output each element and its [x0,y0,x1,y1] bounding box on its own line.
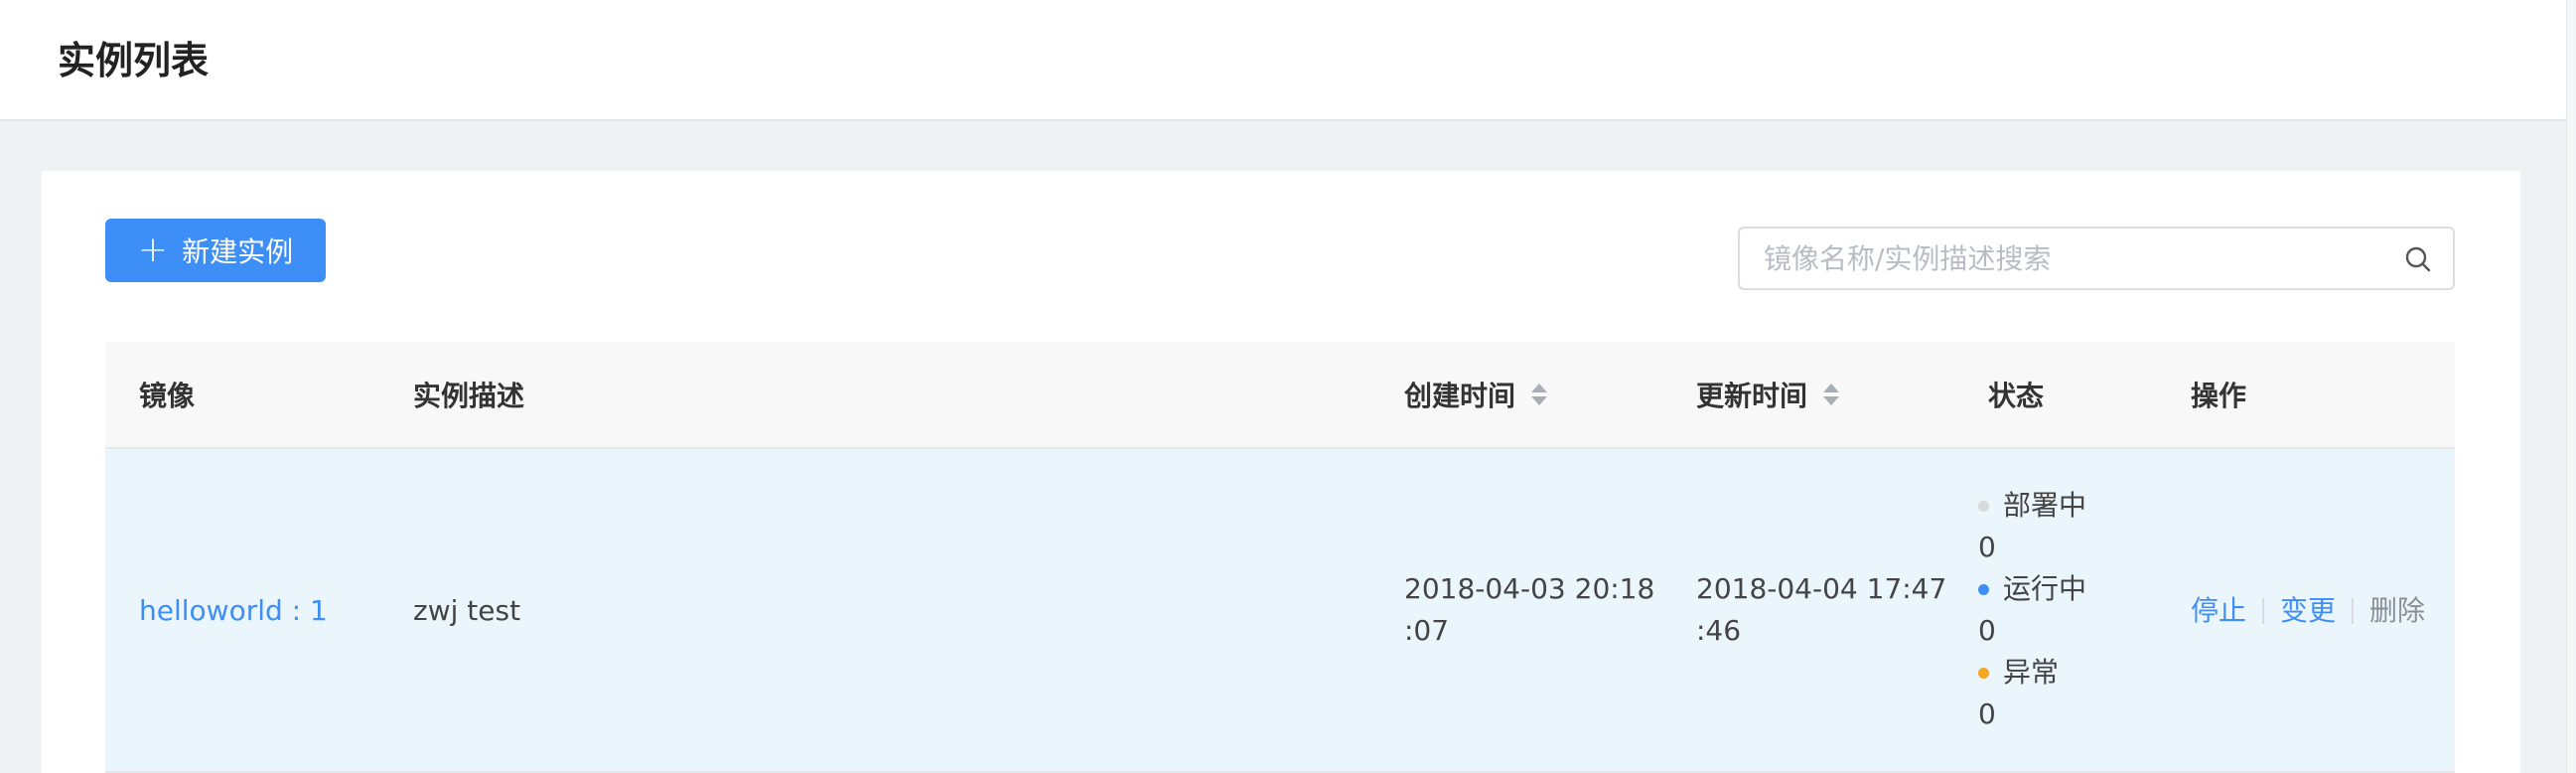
table-row: helloworld : 1 zwj test 2018-04-03 20:18… [105,449,2455,773]
column-header-label: 状态 [1988,380,2045,412]
instance-table: 镜像 实例描述 创建时间 更新时间 状态 操作 helloworld: 1 z… [105,342,2455,773]
sort-down-icon[interactable] [1531,396,1548,405]
action-divider [2352,598,2355,624]
stop-button[interactable]: 停止 [2191,590,2246,632]
page-header: 实例列表 [0,0,2566,121]
status-dot-icon [1978,583,1989,595]
status-count: 0 [1978,531,1996,563]
action-divider [2262,598,2265,624]
column-header-created[interactable]: 创建时间 [1404,342,1548,447]
new-instance-button-label: 新建实例 [182,235,294,268]
column-header-actions: 操作 [2191,342,2246,447]
sort-down-icon[interactable] [1823,396,1840,405]
status-label: 运行中 [2003,572,2087,605]
plus-icon: + [137,230,169,270]
column-header-description: 实例描述 [413,342,524,447]
table-header: 镜像 实例描述 创建时间 更新时间 状态 操作 [105,342,2455,449]
sort-up-icon[interactable] [1823,384,1840,392]
search-input[interactable] [1740,229,2453,288]
created-time: 2018-04-03 20:18 :07 [1404,568,1654,652]
row-actions: 停止 变更 删除 [2191,590,2425,632]
scrollbar[interactable] [2566,0,2576,773]
status-label: 部署中 [2003,489,2087,522]
search-box[interactable] [1738,227,2455,290]
page-title: 实例列表 [58,39,210,82]
delete-button[interactable]: 删除 [2369,590,2425,632]
status-dot-icon [1978,667,1989,679]
status-error: 异常 [1978,652,2086,694]
updated-time-line: :46 [1696,614,1742,647]
new-instance-button[interactable]: + 新建实例 [105,219,326,282]
content-card: + 新建实例 镜像 实例描述 创建时间 [42,171,2520,773]
column-header-label: 操作 [2191,380,2247,412]
status-list: 部署中 0 运行中 0 异常 0 [1978,485,2086,735]
status-count: 0 [1978,697,1996,730]
column-header-label: 镜像 [139,380,196,412]
change-button[interactable]: 变更 [2280,590,2336,632]
sort-icon[interactable] [1531,384,1548,405]
image-link[interactable]: helloworld : 1 [139,590,328,632]
instance-description: zwj test [413,594,521,627]
status-count: 0 [1978,614,1996,647]
column-header-label: 创建时间 [1404,380,1516,412]
status-dot-icon [1978,500,1989,512]
column-header-image: 镜像 [139,342,195,447]
column-header-updated[interactable]: 更新时间 [1696,342,1840,447]
sort-up-icon[interactable] [1531,384,1548,392]
column-header-label: 实例描述 [413,380,525,412]
updated-time-line: 2018-04-04 17:47 [1696,572,1947,605]
column-header-status: 状态 [1988,342,2044,447]
created-time-line: :07 [1404,614,1450,647]
status-running: 运行中 [1978,568,2086,610]
status-deploying: 部署中 [1978,485,2086,527]
column-header-label: 更新时间 [1696,380,1808,412]
page: 实例列表 + 新建实例 镜像 实例描述 创建时间 [0,0,2576,773]
search-icon[interactable] [2403,244,2433,274]
created-time-line: 2018-04-03 20:18 [1404,572,1655,605]
sort-icon[interactable] [1823,384,1840,405]
status-label: 异常 [2003,656,2060,689]
updated-time: 2018-04-04 17:47 :46 [1696,568,1946,652]
